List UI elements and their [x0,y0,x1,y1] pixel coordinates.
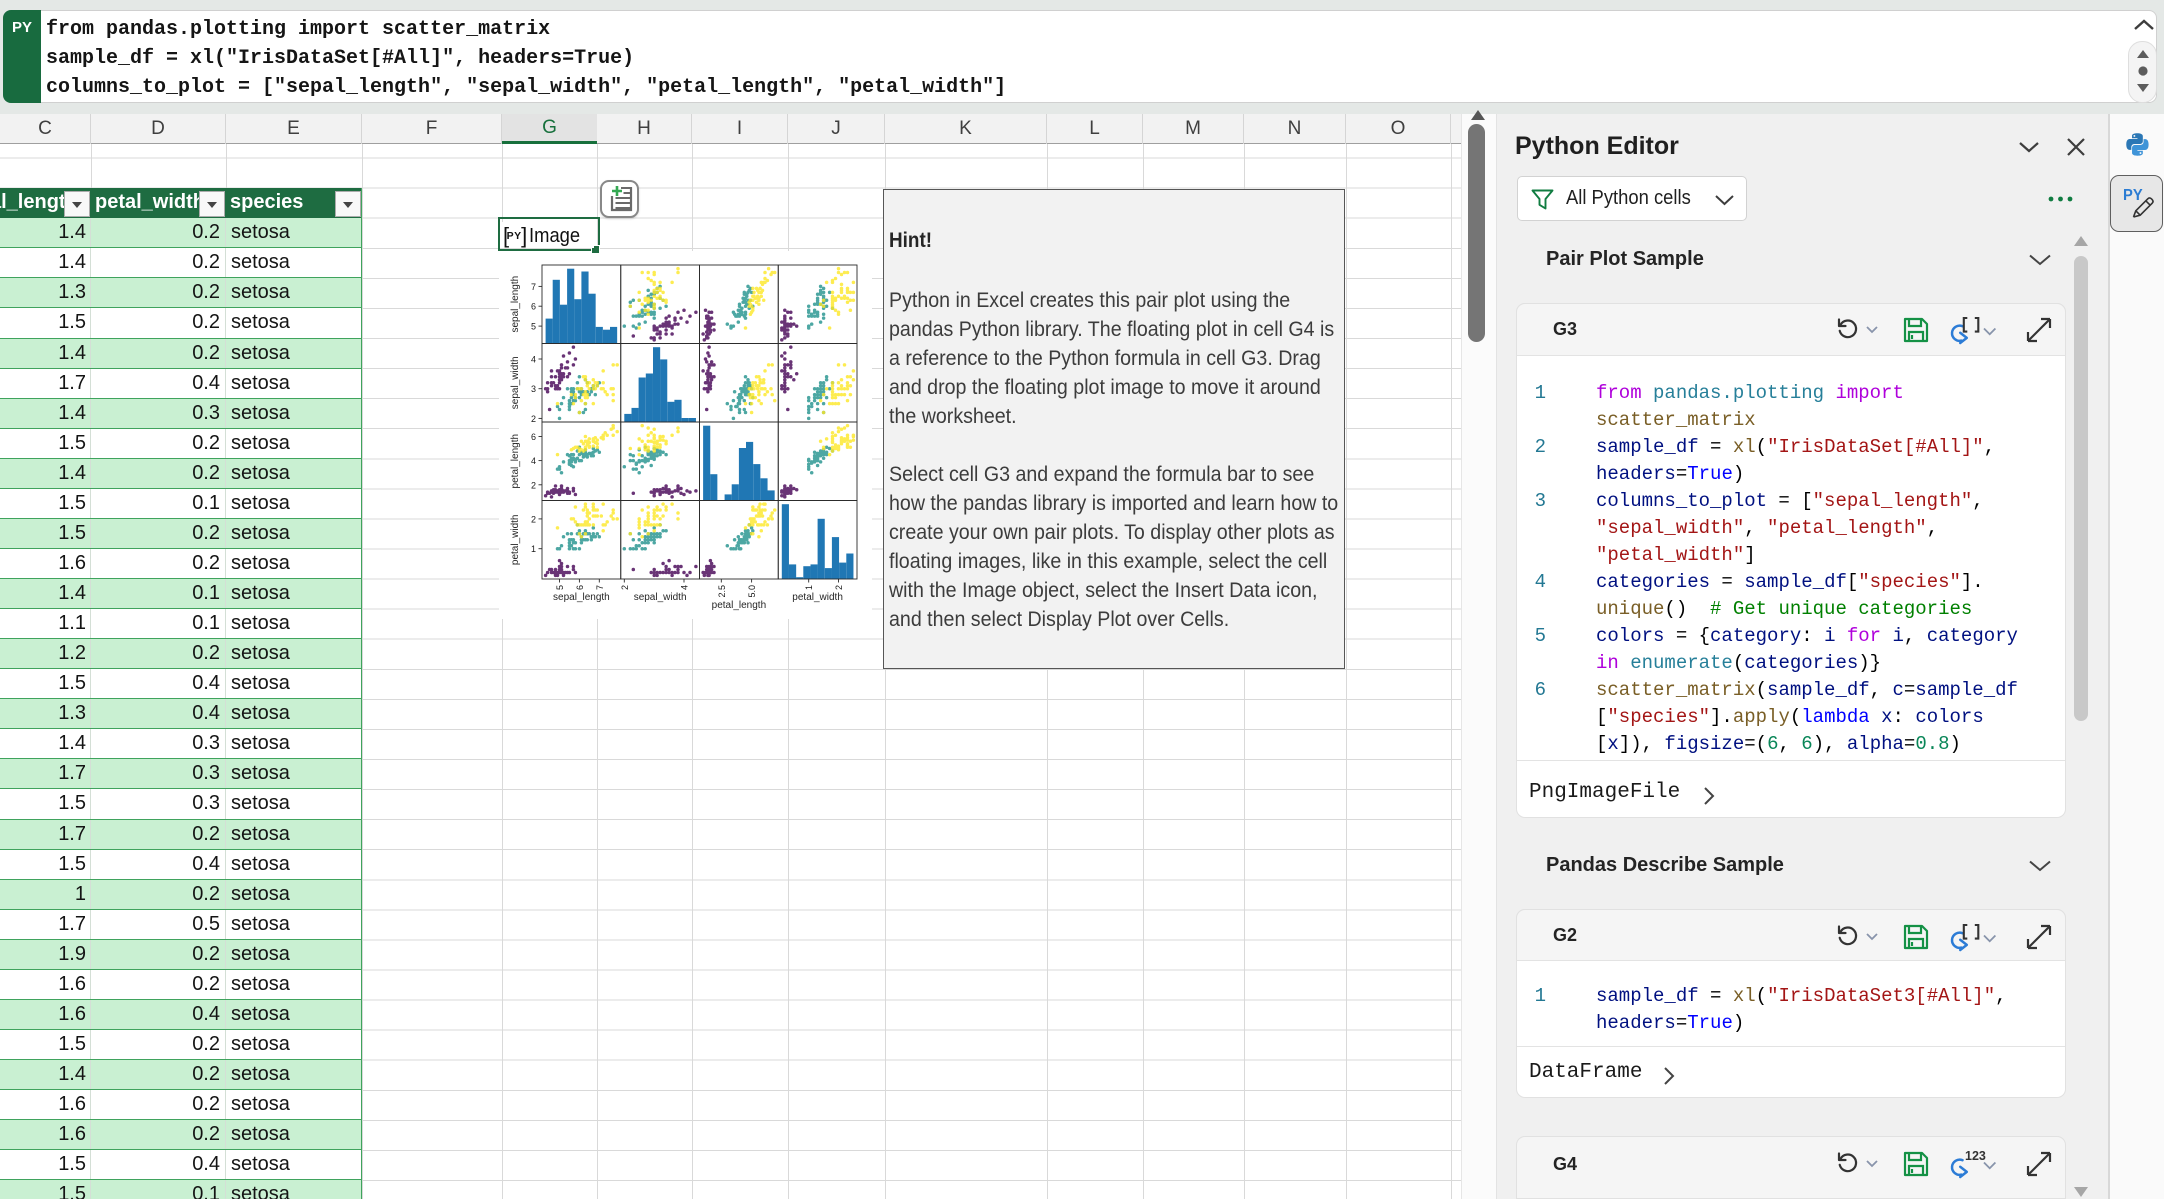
svg-text:sepal_length: sepal_length [553,592,610,603]
svg-text:sepal_width: sepal_width [510,356,521,409]
svg-text:2: 2 [531,414,536,424]
svg-text:6: 6 [575,585,585,590]
svg-text:2: 2 [620,585,630,590]
svg-text:5: 5 [531,322,536,332]
svg-text:sepal_length: sepal_length [510,276,521,333]
svg-text:7: 7 [595,585,605,590]
svg-text:3: 3 [531,384,536,394]
svg-text:5: 5 [555,585,565,590]
svg-text:1: 1 [531,544,536,554]
svg-text:4: 4 [680,585,690,590]
svg-text:2: 2 [834,585,844,590]
svg-text:6: 6 [531,302,536,312]
svg-text:petal_width: petal_width [510,515,521,566]
svg-text:petal_width: petal_width [792,592,843,603]
svg-text:2.5: 2.5 [717,585,727,598]
svg-text:petal_length: petal_length [712,600,767,611]
svg-text:sepal_width: sepal_width [634,592,687,603]
svg-text:6: 6 [531,432,536,442]
svg-text:1: 1 [804,585,814,590]
svg-text:7: 7 [531,282,536,292]
svg-text:123: 123 [1965,1149,1986,1163]
svg-text:2: 2 [531,480,536,490]
svg-text:5.0: 5.0 [747,585,757,598]
svg-text:petal_length: petal_length [510,434,521,489]
svg-text:2: 2 [531,514,536,524]
svg-text:4: 4 [531,355,536,365]
svg-text:4: 4 [531,456,536,466]
